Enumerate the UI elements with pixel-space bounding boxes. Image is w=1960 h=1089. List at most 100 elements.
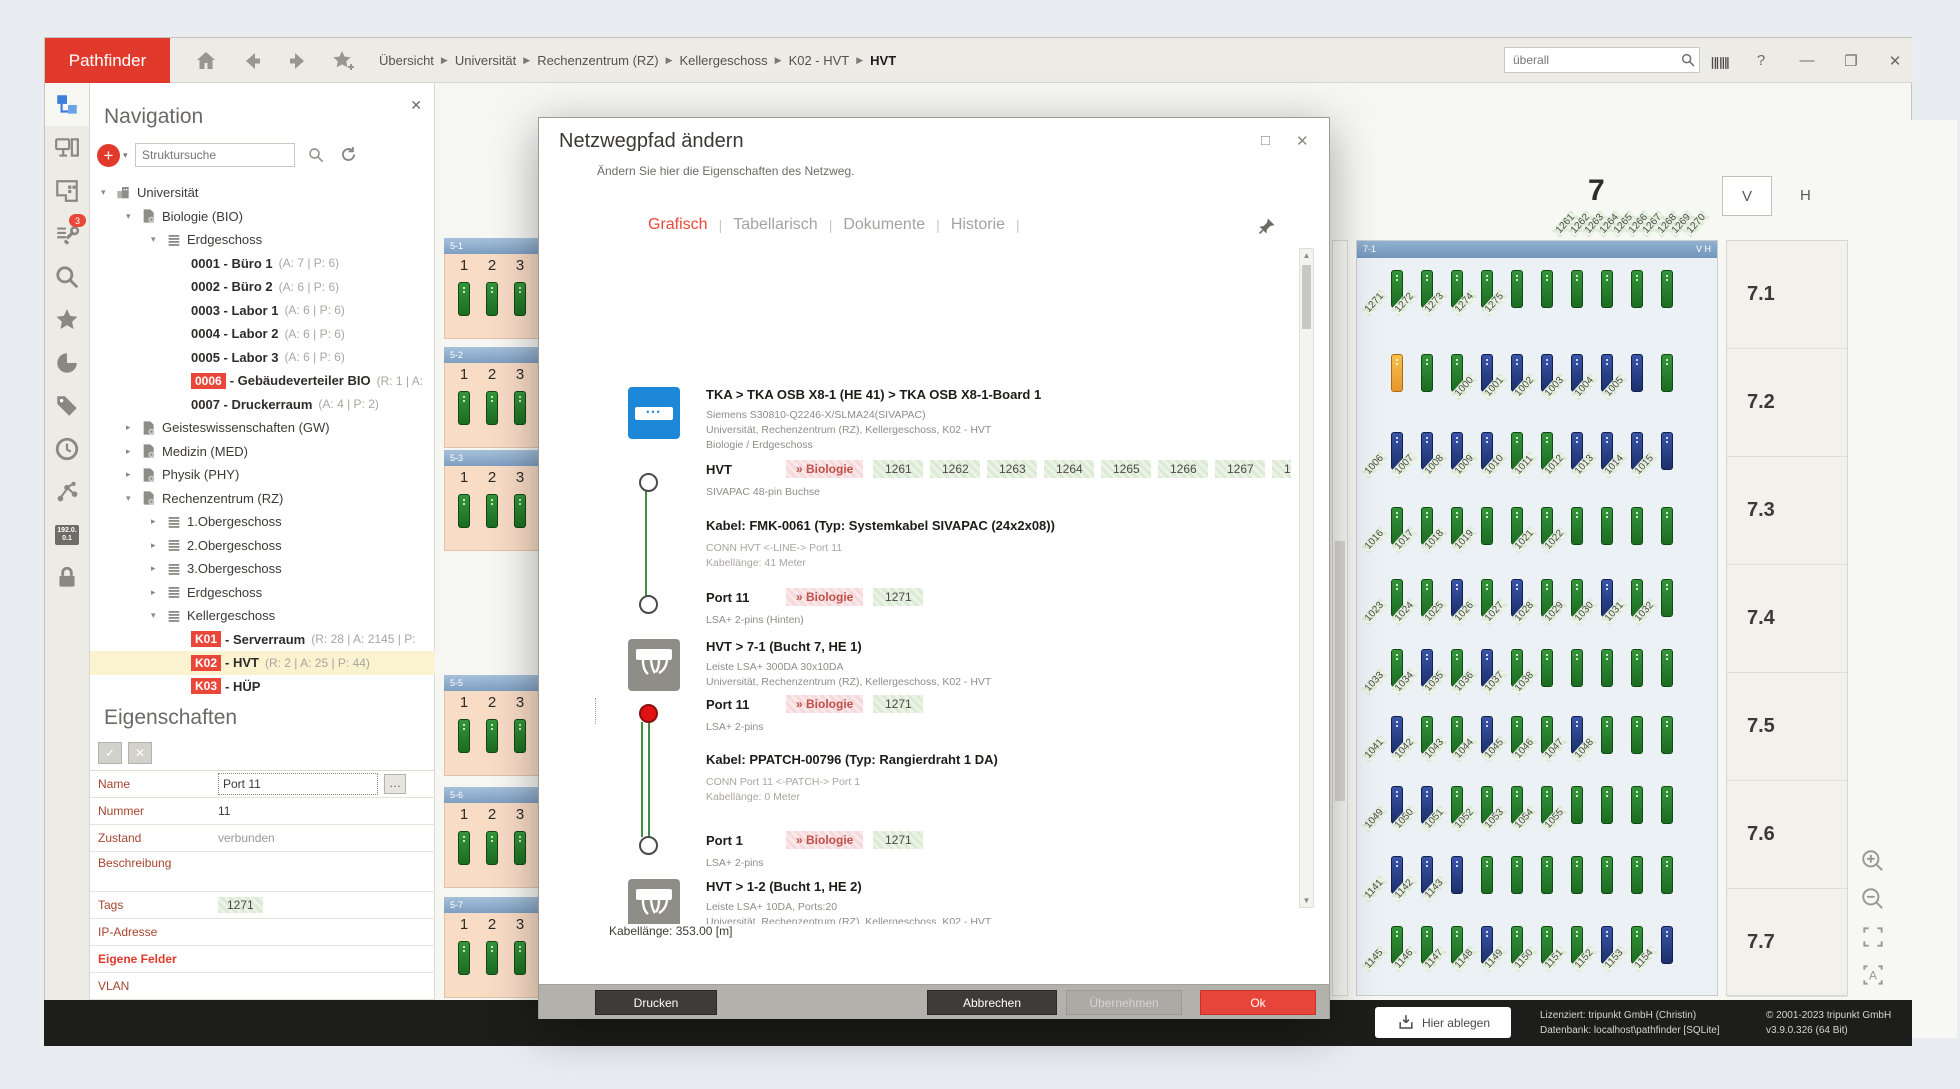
port-connector-icon[interactable] (1481, 507, 1493, 545)
rack-port[interactable]: 1005 (1631, 354, 1643, 392)
tree-item[interactable]: ▾Universität (90, 181, 435, 205)
panel-column[interactable]: 2 (478, 254, 506, 338)
home-icon[interactable] (191, 47, 221, 75)
rack-port[interactable] (1601, 270, 1613, 308)
port-connector-icon[interactable] (1631, 786, 1643, 824)
port-connector-icon[interactable] (1601, 716, 1613, 754)
port-connector-icon[interactable] (1601, 649, 1613, 687)
rack-section-label[interactable]: 7.4 (1727, 565, 1847, 673)
port-connector-icon[interactable] (486, 391, 498, 425)
rack-section-label[interactable]: 7.1 (1727, 241, 1847, 349)
port-connector-icon[interactable] (1451, 856, 1463, 894)
tree-expander-icon[interactable]: ▾ (151, 610, 166, 621)
port-connector-icon[interactable] (1391, 354, 1403, 392)
tree-expander-icon[interactable]: ▸ (151, 516, 166, 527)
rack-port[interactable] (1421, 354, 1433, 392)
rack-section-label[interactable]: 7.3 (1727, 457, 1847, 565)
tree-item[interactable]: ▸Physik (PHY) (90, 463, 435, 487)
drop-target[interactable]: Hier ablegen (1375, 1007, 1511, 1038)
breadcrumb-item[interactable]: HVT (870, 53, 896, 68)
tree-expander-icon[interactable]: ▾ (151, 234, 166, 245)
port-connector-icon[interactable] (486, 494, 498, 528)
panel-column[interactable]: 3 (506, 691, 534, 775)
view-front-button[interactable]: V (1722, 176, 1772, 216)
panel-column[interactable]: 1 (450, 803, 478, 887)
rack-port[interactable] (1661, 649, 1673, 687)
rack-port[interactable] (1571, 270, 1583, 308)
rack-section-label[interactable]: 7.7 (1727, 889, 1847, 997)
tree-item[interactable]: ▸2.Obergeschoss (90, 534, 435, 558)
abbrechen-button[interactable]: Abbrechen (927, 990, 1057, 1015)
port-connector-icon[interactable] (514, 719, 526, 753)
panel-column[interactable]: 1 (450, 466, 478, 550)
rack-port[interactable]: 1055 (1571, 786, 1583, 824)
port-connector-icon[interactable] (514, 941, 526, 975)
port-connector-icon[interactable] (1631, 507, 1643, 545)
rack-port[interactable] (1631, 649, 1643, 687)
rack-port[interactable]: 1038 (1541, 649, 1553, 687)
port-connector-icon[interactable] (1571, 856, 1583, 894)
breadcrumb-item[interactable]: Übersicht (379, 53, 434, 68)
panel-column[interactable]: 2 (478, 466, 506, 550)
global-search-input[interactable] (1505, 53, 1676, 67)
panel-column[interactable]: 1 (450, 363, 478, 447)
tree-item[interactable]: ▸1.Obergeschoss (90, 510, 435, 534)
port-connector-icon[interactable] (1661, 270, 1673, 308)
port-connector-icon[interactable] (1541, 270, 1553, 308)
port-connector-icon[interactable] (458, 831, 470, 865)
port-connector-icon[interactable] (1601, 270, 1613, 308)
tree-expander-icon[interactable]: ▸ (126, 422, 141, 433)
tab-tabellarisch[interactable]: Tabellarisch (733, 216, 817, 234)
fit-view-icon[interactable] (1858, 922, 1888, 952)
tree-item[interactable]: ▾Kellergeschoss (90, 604, 435, 628)
port-connector-icon[interactable] (1631, 856, 1643, 894)
sidebar-history-icon[interactable] (45, 427, 89, 470)
rack-port[interactable]: 1015 (1661, 432, 1673, 470)
content-scrollbar[interactable] (1332, 240, 1348, 996)
tree-item[interactable]: K03- HÜP (90, 675, 435, 699)
port-connector-icon[interactable] (1481, 856, 1493, 894)
port-node-active-icon[interactable] (639, 704, 658, 723)
search-icon[interactable] (1676, 52, 1700, 68)
tree-item[interactable]: 0006- Gebäudeverteiler BIO(R: 1 | A: (90, 369, 435, 393)
port-node-icon[interactable] (639, 473, 658, 492)
sidebar-search-icon[interactable] (45, 255, 89, 298)
help-button[interactable]: ? (1743, 38, 1779, 83)
port-connector-icon[interactable] (458, 282, 470, 316)
port-connector-icon[interactable] (486, 941, 498, 975)
port-connector-icon[interactable] (458, 391, 470, 425)
rack-port[interactable] (1391, 354, 1403, 392)
accept-button[interactable]: ✓ (98, 742, 122, 764)
tree-expander-icon[interactable]: ▾ (126, 493, 141, 504)
add-node-caret-icon[interactable]: ▾ (123, 150, 128, 161)
rack-port[interactable] (1541, 856, 1553, 894)
panel-column[interactable]: 3 (506, 913, 534, 997)
barcode-icon[interactable] (1705, 49, 1735, 77)
drucken-button[interactable]: Drucken (595, 990, 717, 1015)
rack-port[interactable]: 1022 (1571, 507, 1583, 545)
ellipsis-button[interactable]: … (384, 774, 406, 794)
rack-port[interactable] (1631, 507, 1643, 545)
panel-column[interactable]: 2 (478, 913, 506, 997)
tree-item[interactable]: 0004 - Labor 2(A: 6 | P: 6) (90, 322, 435, 346)
rack-section-label[interactable]: 7.2 (1727, 349, 1847, 457)
rack-port[interactable] (1661, 786, 1673, 824)
port-connector-icon[interactable] (486, 282, 498, 316)
minimize-button[interactable]: — (1789, 38, 1825, 83)
port-connector-icon[interactable] (1571, 786, 1583, 824)
sidebar-devices-icon[interactable] (45, 126, 89, 169)
sidebar-tags-icon[interactable] (45, 384, 89, 427)
rack-port[interactable]: 1154 (1661, 926, 1673, 964)
port-connector-icon[interactable] (1601, 507, 1613, 545)
panel-column[interactable]: 1 (450, 691, 478, 775)
breadcrumb-item[interactable]: Kellergeschoss (679, 53, 767, 68)
scrollbar-thumb[interactable] (1335, 541, 1345, 801)
port-connector-icon[interactable] (1661, 649, 1673, 687)
rack-port[interactable] (1541, 270, 1553, 308)
port-connector-icon[interactable] (486, 831, 498, 865)
rack-unit-header[interactable]: 7-1 V H (1357, 241, 1717, 258)
tree-item[interactable]: 0001 - Büro 1(A: 7 | P: 6) (90, 252, 435, 276)
port-connector-icon[interactable] (1511, 856, 1523, 894)
rack-port[interactable] (1571, 856, 1583, 894)
panel-column[interactable]: 2 (478, 803, 506, 887)
